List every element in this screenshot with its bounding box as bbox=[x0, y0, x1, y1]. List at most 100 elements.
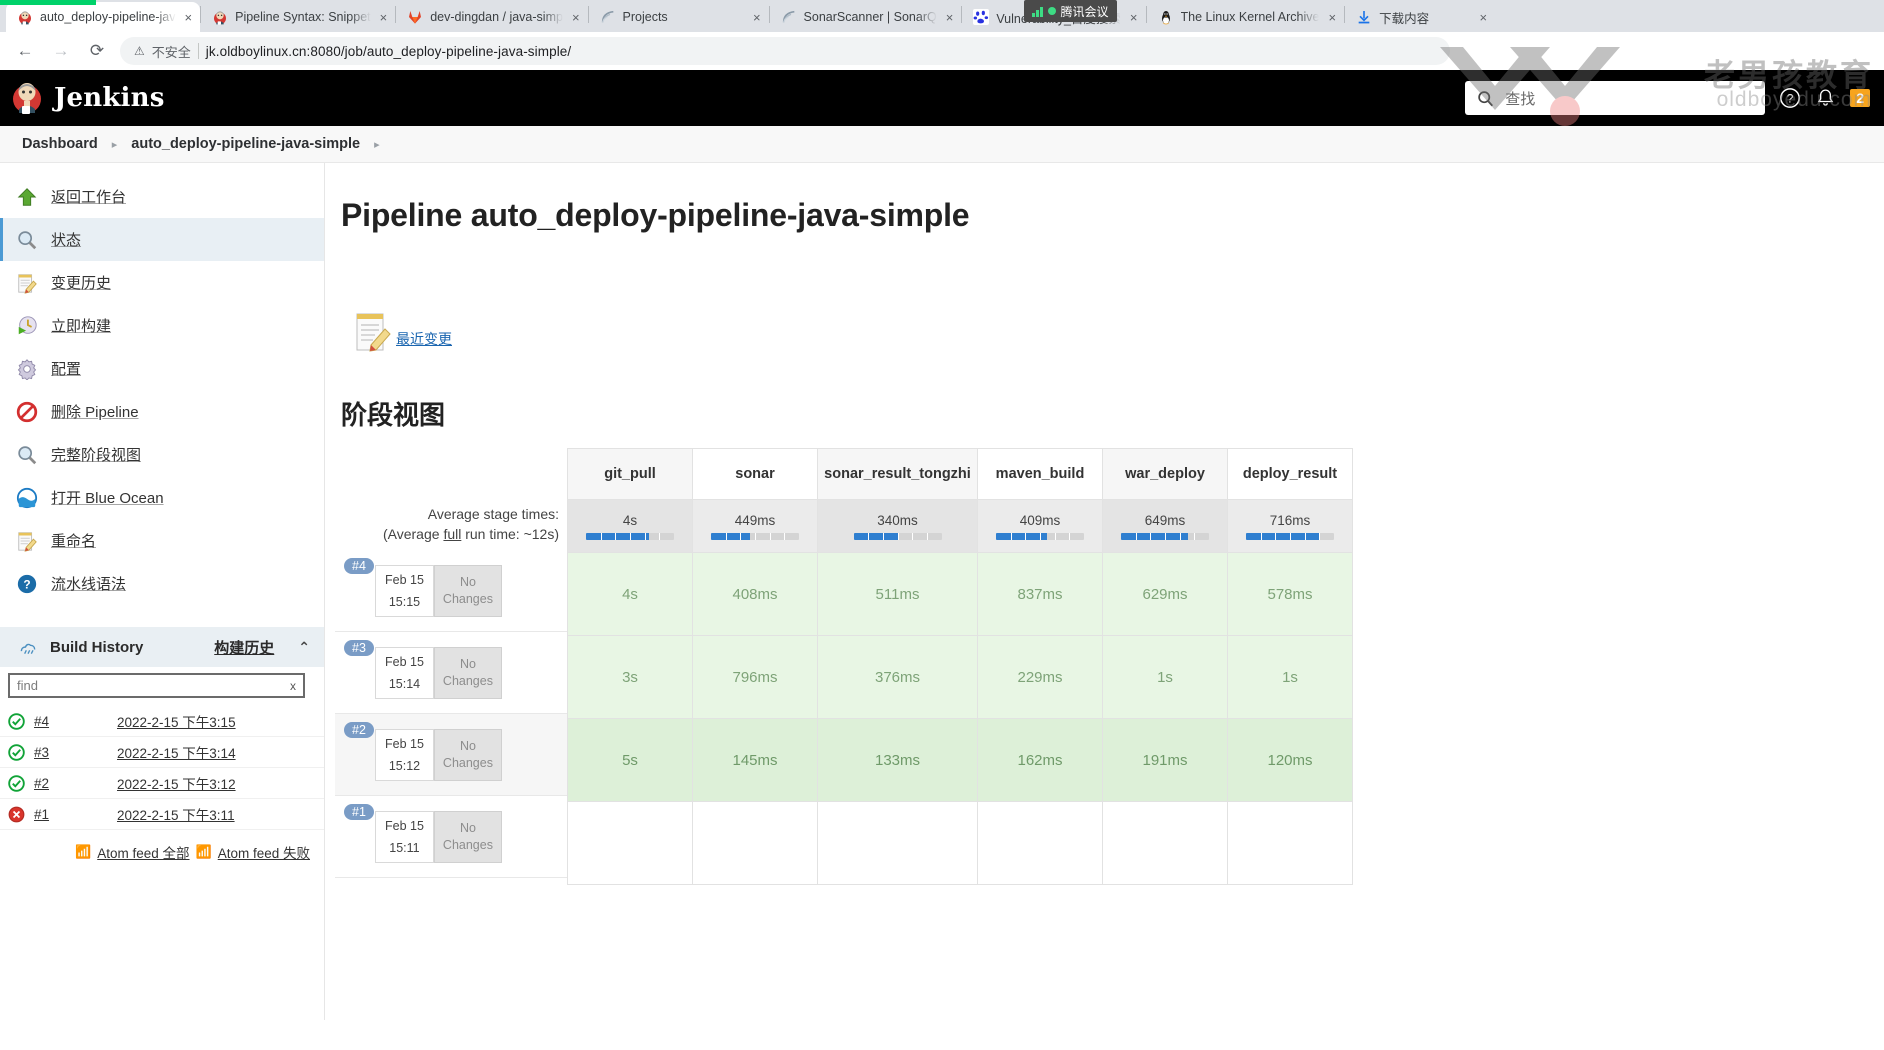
stage-run-cell[interactable]: 229ms bbox=[978, 636, 1103, 719]
stage-run-cell[interactable]: 796ms bbox=[693, 636, 818, 719]
stage-run-cell[interactable]: 133ms bbox=[818, 719, 978, 802]
atom-feed-all-link[interactable]: Atom feed 全部 bbox=[97, 842, 189, 862]
close-icon[interactable]: × bbox=[1128, 10, 1138, 25]
build-history-row[interactable]: #3 2022-2-15 下午3:14 bbox=[0, 737, 324, 768]
build-number-badge[interactable]: #1 bbox=[344, 804, 374, 820]
build-history-row[interactable]: #2 2022-2-15 下午3:12 bbox=[0, 768, 324, 799]
stage-run-cell[interactable] bbox=[693, 802, 818, 885]
address-bar[interactable]: ⚠ 不安全 jk.oldboylinux.cn:8080/job/auto_de… bbox=[120, 37, 1450, 65]
sidebar-item-7[interactable]: 完整阶段视图 bbox=[0, 433, 324, 476]
search-box[interactable]: 查找 bbox=[1465, 81, 1766, 115]
browser-tab-8[interactable]: 下载内容 × bbox=[1345, 2, 1495, 32]
sidebar-item-3[interactable]: 变更历史 bbox=[0, 261, 324, 304]
browser-tab-2[interactable]: Pipeline Syntax: Snippet × bbox=[201, 2, 395, 32]
recent-changes-row[interactable]: 最近变更 bbox=[351, 309, 1884, 353]
notification-count-badge[interactable]: 2 bbox=[1850, 89, 1870, 107]
stage-run-cell[interactable]: 4s bbox=[568, 553, 693, 636]
build-timestamp-link[interactable]: 2022-2-15 下午3:12 bbox=[117, 773, 236, 793]
omnibox-divider bbox=[197, 43, 199, 59]
back-button[interactable]: ← bbox=[12, 38, 38, 64]
no-changes-line1: No bbox=[459, 575, 476, 589]
stage-run-cell[interactable]: 408ms bbox=[693, 553, 818, 636]
build-number-badge[interactable]: #3 bbox=[344, 640, 374, 656]
close-icon[interactable]: × bbox=[751, 10, 761, 25]
build-number-badge[interactable]: #4 bbox=[344, 558, 374, 574]
sidebar-item-9[interactable]: 重命名 bbox=[0, 519, 324, 562]
browser-tab-3[interactable]: dev-dingdan / java-simp × bbox=[396, 2, 587, 32]
build-number-link[interactable]: #2 bbox=[34, 776, 66, 791]
sidebar-item-10[interactable]: ? 流水线语法 bbox=[0, 562, 324, 605]
build-run-meta[interactable]: #4 Feb 15 15:15 No Changes bbox=[335, 550, 567, 632]
notification-bell-icon[interactable] bbox=[1815, 87, 1836, 109]
close-icon[interactable]: × bbox=[183, 10, 193, 25]
close-icon[interactable]: × bbox=[378, 10, 388, 25]
search-input[interactable]: 查找 bbox=[1505, 88, 1535, 109]
stage-run-cell[interactable]: 578ms bbox=[1228, 553, 1353, 636]
browser-tab-label: Pipeline Syntax: Snippet bbox=[235, 10, 371, 24]
build-history-row[interactable]: #1 2022-2-15 下午3:11 bbox=[0, 799, 324, 830]
build-number-link[interactable]: #1 bbox=[34, 807, 66, 822]
build-changes-badge: No Changes bbox=[433, 728, 502, 781]
browser-tab-5[interactable]: SonarScanner | SonarQ × bbox=[770, 2, 962, 32]
stage-run-cell[interactable]: 191ms bbox=[1103, 719, 1228, 802]
stage-average-cell: 649ms bbox=[1103, 500, 1228, 553]
close-icon[interactable]: × bbox=[1326, 10, 1336, 25]
help-circle-icon[interactable]: ? bbox=[1779, 87, 1801, 109]
browser-tab-4[interactable]: Projects × bbox=[589, 2, 769, 32]
atom-feed-failed-link[interactable]: Atom feed 失败 bbox=[218, 842, 310, 862]
stage-run-cell[interactable]: 629ms bbox=[1103, 553, 1228, 636]
build-timestamp-link[interactable]: 2022-2-15 下午3:15 bbox=[117, 711, 236, 731]
notepad-pencil-icon bbox=[18, 273, 37, 294]
build-history-zh-link[interactable]: 构建历史 bbox=[214, 637, 274, 658]
sidebar-item-5[interactable]: 配置 bbox=[0, 347, 324, 390]
stage-run-cell[interactable] bbox=[1228, 802, 1353, 885]
build-number-badge[interactable]: #2 bbox=[344, 722, 374, 738]
build-timestamp-link[interactable]: 2022-2-15 下午3:11 bbox=[117, 804, 235, 824]
breadcrumb-item-job[interactable]: auto_deploy-pipeline-java-simple bbox=[131, 136, 360, 152]
breadcrumb-item-dashboard[interactable]: Dashboard bbox=[22, 136, 98, 152]
close-icon[interactable]: × bbox=[570, 10, 580, 25]
sidebar-item-2[interactable]: 状态 bbox=[0, 218, 324, 261]
stage-run-cell[interactable]: 376ms bbox=[818, 636, 978, 719]
stage-run-cell[interactable] bbox=[818, 802, 978, 885]
jenkins-logo-link[interactable]: Jenkins bbox=[10, 79, 165, 117]
url-text: jk.oldboylinux.cn:8080/job/auto_deploy-p… bbox=[205, 43, 572, 59]
stage-average-meter bbox=[586, 532, 674, 540]
close-icon[interactable]: × bbox=[1477, 10, 1487, 25]
build-run-meta[interactable]: #3 Feb 15 15:14 No Changes bbox=[335, 632, 567, 714]
build-timestamp-link[interactable]: 2022-2-15 下午3:14 bbox=[117, 742, 236, 762]
meeting-chip[interactable]: 腾讯会议 bbox=[1024, 0, 1117, 22]
stage-run-cell[interactable]: 511ms bbox=[818, 553, 978, 636]
forward-button[interactable]: → bbox=[48, 38, 74, 64]
stage-run-cell[interactable]: 162ms bbox=[978, 719, 1103, 802]
recent-changes-link[interactable]: 最近变更 bbox=[396, 329, 452, 353]
find-clear-icon[interactable]: x bbox=[290, 679, 296, 693]
build-run-meta[interactable]: #1 Feb 15 15:11 No Changes bbox=[335, 796, 567, 878]
stage-run-cell[interactable] bbox=[1103, 802, 1228, 885]
browser-tab-7[interactable]: The Linux Kernel Archive × bbox=[1147, 2, 1345, 32]
chevron-up-icon[interactable]: ⌃ bbox=[298, 639, 310, 656]
sidebar-item-1[interactable]: 返回工作台 bbox=[0, 175, 324, 218]
stage-run-cell[interactable] bbox=[568, 802, 693, 885]
stage-run-cell[interactable]: 5s bbox=[568, 719, 693, 802]
sidebar-item-6[interactable]: 删除 Pipeline bbox=[0, 390, 324, 433]
stage-run-cell[interactable]: 837ms bbox=[978, 553, 1103, 636]
stage-run-cell[interactable]: 1s bbox=[1103, 636, 1228, 719]
stage-run-cell[interactable]: 145ms bbox=[693, 719, 818, 802]
sidebar-item-8[interactable]: 打开 Blue Ocean bbox=[0, 476, 324, 519]
stage-run-cell[interactable]: 3s bbox=[568, 636, 693, 719]
stage-run-cell[interactable] bbox=[978, 802, 1103, 885]
close-icon[interactable]: × bbox=[944, 10, 954, 25]
build-run-meta[interactable]: #2 Feb 15 15:12 No Changes bbox=[335, 714, 567, 796]
browser-tab-label: auto_deploy-pipeline-jav bbox=[40, 10, 176, 24]
stage-run-cell[interactable]: 1s bbox=[1228, 636, 1353, 719]
build-history-row[interactable]: #4 2022-2-15 下午3:15 bbox=[0, 706, 324, 737]
find-input[interactable]: find x bbox=[8, 673, 305, 698]
reload-button[interactable]: ⟳ bbox=[84, 38, 110, 64]
sidebar-item-4[interactable]: 立即构建 bbox=[0, 304, 324, 347]
build-number-link[interactable]: #4 bbox=[34, 714, 66, 729]
stage-run-cell[interactable]: 120ms bbox=[1228, 719, 1353, 802]
build-number-link[interactable]: #3 bbox=[34, 745, 66, 760]
sidebar-item-label: 重命名 bbox=[51, 533, 97, 550]
browser-tab-1[interactable]: auto_deploy-pipeline-jav × bbox=[6, 2, 201, 32]
